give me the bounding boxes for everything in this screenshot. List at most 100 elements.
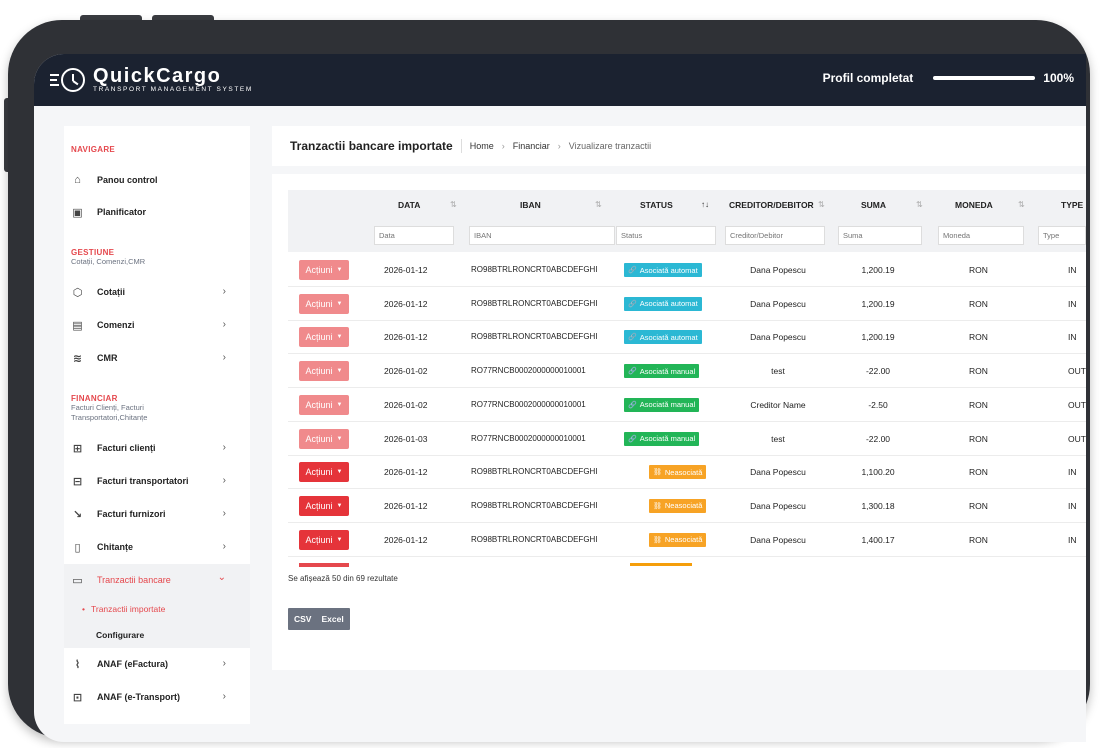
cube-icon: ⬡ xyxy=(72,286,83,299)
column-header-moneda[interactable]: MONEDA xyxy=(955,200,993,210)
column-header-iban[interactable]: IBAN xyxy=(520,200,541,210)
actions-dropdown-button[interactable]: Acțiuni ▼ xyxy=(299,260,349,280)
actions-label: Acțiuni xyxy=(305,467,333,478)
sidebar-item-anaf-etransport[interactable]: ⊡ ANAF (e-Transport) › xyxy=(64,681,250,713)
logo-subtitle: TRANSPORT MANAGEMENT SYSTEM xyxy=(93,86,253,93)
filter-type-input[interactable] xyxy=(1038,226,1086,245)
chevron-right-icon: › xyxy=(222,691,226,702)
table-row[interactable]: Acțiuni ▼ 2026-01-12 RO98BTRLRONCRT0ABCDEFG… xyxy=(288,254,1086,287)
column-header-status[interactable]: STATUS xyxy=(640,200,673,210)
table-row[interactable]: Acțiuni ▼ 2026-01-12 RO98BTRLRONCRT0ABCDEFG… xyxy=(288,321,1086,355)
sort-icon[interactable]: ⇅ xyxy=(916,200,923,209)
table-row[interactable]: Acțiuni ▼ 2026-01-12 RO98BTRLRONCRT0ABCDEFG… xyxy=(288,288,1086,321)
profile-label: Profil completat xyxy=(822,71,914,85)
table-row[interactable]: Acțiuni ▼ 2026-01-12 RO98BTRLRONCRT0ABCDEFG… xyxy=(288,524,1086,557)
chevron-right-icon: › xyxy=(222,658,226,669)
cell-type: IN xyxy=(1068,298,1077,309)
cell-moneda: RON xyxy=(969,433,988,444)
actions-dropdown-button[interactable]: Acțiuni ▼ xyxy=(299,361,349,382)
status-label: Asociată automat xyxy=(639,299,698,309)
sort-icon[interactable]: ⇅ xyxy=(595,200,602,209)
table-row[interactable]: Acțiuni ▼ 2026-01-02 RO77RNCB00020000000100… xyxy=(288,389,1086,422)
link-icon: 🔗 xyxy=(628,300,637,308)
unlink-icon: ⛓ xyxy=(653,536,662,544)
column-header-type[interactable]: TYPE xyxy=(1061,200,1083,210)
sidebar-item-cmr[interactable]: ≋ CMR › xyxy=(64,342,250,374)
sidebar-subitem-tranzactii-importate[interactable]: • Tranzactii importate xyxy=(64,596,250,622)
sidebar-item-facturi-clienti[interactable]: ⊞ Facturi clienți › xyxy=(64,432,250,464)
table-row[interactable]: Acțiuni ▼ 2026-01-03 RO77RNCB00020000000100… xyxy=(288,423,1086,456)
cell-moneda: RON xyxy=(969,265,988,275)
sidebar-item-planificator[interactable]: ▣ Planificator xyxy=(64,196,250,228)
sidebar-item-comenzi[interactable]: ▤ Comenzi › xyxy=(64,309,250,341)
cell-iban: RO98BTRLRONCRT0ABCDEFGHI xyxy=(471,500,598,510)
actions-dropdown-button[interactable]: Acțiuni ▼ xyxy=(299,529,349,550)
column-header-creditor[interactable]: CREDITOR/DEBITOR xyxy=(729,200,814,210)
cell-moneda: RON xyxy=(969,467,988,478)
sidebar-item-chitante[interactable]: ▯ Chitanțe › xyxy=(64,531,250,563)
sort-icon[interactable]: ⇅ xyxy=(1018,200,1025,209)
status-label: Asociată automat xyxy=(639,332,698,342)
cell-type: OUT xyxy=(1068,366,1086,377)
section-financiar: FINANCIAR xyxy=(71,394,118,403)
sidebar-item-tranzactii[interactable]: ▭ Tranzactii bancare ⌄ xyxy=(64,564,250,596)
profile-progress-bar xyxy=(933,76,1036,80)
status-badge: 🔗 Asociată automat xyxy=(624,263,702,277)
sidebar-item-facturi-furnizori[interactable]: ↘ Facturi furnizori › xyxy=(64,498,250,530)
cell-creditor: Dana Popescu xyxy=(750,467,806,478)
sort-active-icon[interactable]: ↑↓ xyxy=(701,200,709,209)
status-badge: ⛓ Neasociată xyxy=(649,498,707,513)
breadcrumb-home[interactable]: Home xyxy=(470,141,494,151)
filter-iban-input[interactable] xyxy=(469,226,615,245)
logo-name: QuickCargo xyxy=(93,65,222,87)
export-excel-button[interactable]: Excel xyxy=(321,614,343,624)
sidebar-item-cotatii[interactable]: ⬡ Cotații › xyxy=(64,276,250,308)
actions-dropdown-button[interactable]: Acțiuni ▼ xyxy=(299,293,349,314)
filter-suma-input[interactable] xyxy=(838,226,922,245)
column-header-data[interactable]: DATA xyxy=(398,200,420,210)
app-logo[interactable]: QuickCargo TRANSPORT MANAGEMENT SYSTEM xyxy=(50,66,253,94)
status-label: Asociată manual xyxy=(639,434,696,443)
actions-dropdown-button[interactable]: Acțiuni ▼ xyxy=(299,428,349,449)
sidebar-item-anaf-efactura[interactable]: ⌇ ANAF (eFactura) › xyxy=(64,648,250,680)
table-row[interactable]: Acțiuni ▼ 2026-01-12 RO98BTRLRONCRT0ABCDEFG… xyxy=(288,456,1086,490)
actions-dropdown-button[interactable]: Acțiuni ▼ xyxy=(299,495,349,516)
column-header-suma[interactable]: SUMA xyxy=(861,200,886,210)
cell-date: 2026-01-12 xyxy=(384,534,428,545)
top-bar: QuickCargo TRANSPORT MANAGEMENT SYSTEM P… xyxy=(34,54,1086,106)
sidebar-subitem-label: Tranzactii importate xyxy=(90,604,166,614)
actions-dropdown-button[interactable]: Acțiuni ▼ xyxy=(299,327,349,348)
filter-moneda-input[interactable] xyxy=(938,226,1024,245)
sidebar-item-facturi-transportatori[interactable]: ⊟ Facturi transportatori › xyxy=(64,465,250,497)
sidebar-subitem-configurare[interactable]: Configurare xyxy=(64,622,250,648)
breadcrumb-current: Vizualizare tranzactii xyxy=(568,141,652,151)
breadcrumb-financiar[interactable]: Financiar xyxy=(513,141,550,151)
paperclip-icon: ⌇ xyxy=(74,658,81,671)
chevron-right-icon: › xyxy=(222,475,226,486)
sidebar-item-panou[interactable]: ⌂ Panou control xyxy=(64,164,250,196)
actions-dropdown-button[interactable]: Acțiuni ▼ xyxy=(299,462,349,483)
cell-type: OUT xyxy=(1068,399,1086,410)
invoice-plus-icon: ⊞ xyxy=(72,442,83,455)
document-icon: ▤ xyxy=(72,319,83,332)
filter-data-input[interactable] xyxy=(374,226,454,245)
chevron-right-icon: › xyxy=(222,319,226,330)
app-screen: QuickCargo TRANSPORT MANAGEMENT SYSTEM P… xyxy=(34,54,1086,742)
sidebar-item-label: Facturi furnizori xyxy=(97,509,166,519)
cell-suma: 1,200.19 xyxy=(861,298,895,309)
sort-icon[interactable]: ⇅ xyxy=(818,200,825,209)
trend-down-icon: ↘ xyxy=(72,508,83,521)
export-csv-button[interactable]: CSV xyxy=(294,614,311,624)
chevron-right-icon: › xyxy=(222,508,226,519)
table-row[interactable]: Acțiuni ▼ 2026-01-12 RO98BTRLRONCRT0ABCDEFG… xyxy=(288,490,1086,523)
partial-action-button xyxy=(299,563,349,567)
table-row[interactable]: Acțiuni ▼ 2026-01-02 RO77RNCB00020000000100… xyxy=(288,355,1086,389)
sidebar-subitem-label: Configurare xyxy=(96,630,145,640)
sort-icon[interactable]: ⇅ xyxy=(450,200,457,209)
cell-creditor: test xyxy=(771,433,785,444)
filter-status-input[interactable] xyxy=(616,226,716,245)
status-badge: ⛓ Neasociată xyxy=(649,465,707,480)
actions-dropdown-button[interactable]: Acțiuni ▼ xyxy=(299,394,349,415)
filter-creditor-input[interactable] xyxy=(725,226,825,245)
breadcrumb-separator-icon: › xyxy=(501,141,505,151)
